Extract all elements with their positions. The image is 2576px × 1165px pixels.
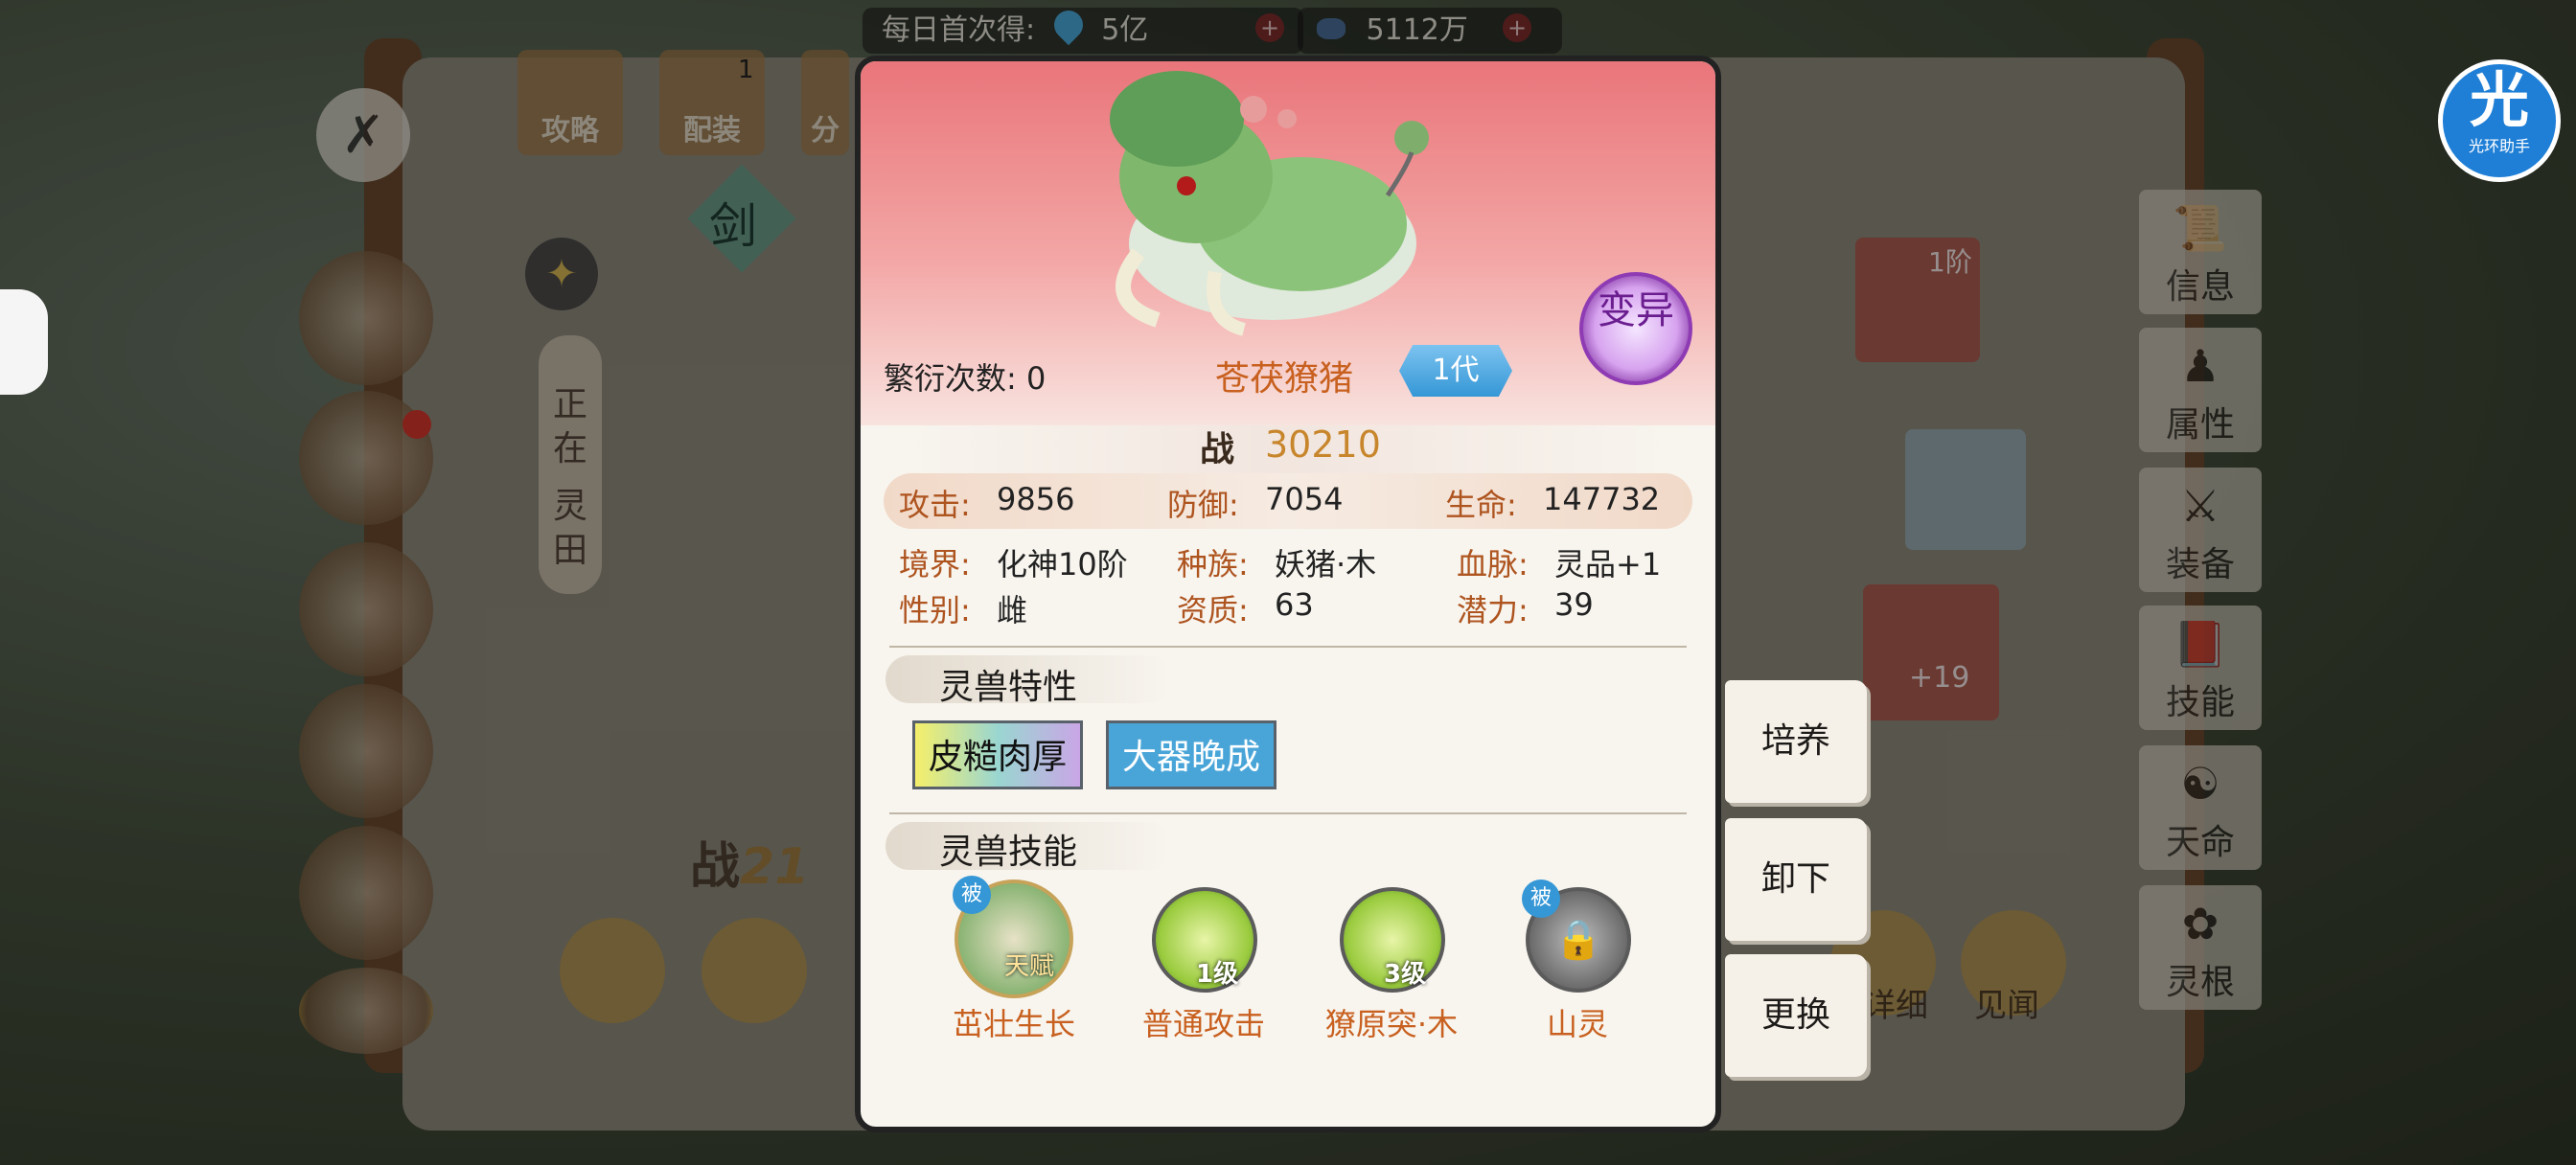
- aptitude-label: 资质:: [1177, 592, 1249, 628]
- skill-level: 1级: [1196, 960, 1239, 989]
- defense-label: 防御:: [1167, 487, 1239, 523]
- mutation-badge: 变异: [1579, 272, 1692, 385]
- race-label: 种族:: [1177, 546, 1249, 582]
- generation-badge: 1代: [1399, 345, 1512, 397]
- breed-count: 繁衍次数: 0: [884, 360, 1046, 397]
- defense-value: 7054: [1265, 481, 1344, 517]
- realm-label: 境界:: [899, 546, 971, 582]
- replace-button[interactable]: 更换: [1725, 954, 1867, 1077]
- talent-tag: 天赋: [1004, 952, 1055, 981]
- hp-value: 147732: [1543, 481, 1661, 517]
- beast-name: 苍茯獠猪: [1215, 359, 1354, 399]
- battle-power-value: 30210: [1265, 423, 1381, 466]
- divider: [889, 812, 1687, 814]
- skills-title: 灵兽技能: [939, 833, 1078, 872]
- passive-badge: 被: [1522, 879, 1560, 918]
- unequip-button[interactable]: 卸下: [1725, 818, 1867, 941]
- hp-label: 生命:: [1445, 487, 1517, 523]
- aptitude-value: 63: [1275, 586, 1314, 623]
- power-icon: 战: [1200, 430, 1235, 469]
- skill-level: 3级: [1384, 960, 1427, 989]
- passive-badge: 被: [953, 876, 991, 914]
- attack-value: 9856: [997, 481, 1075, 517]
- trait-tough-skin[interactable]: 皮糙肉厚: [912, 720, 1084, 789]
- realm-value: 化神10阶: [997, 546, 1128, 582]
- gender-value: 雌: [997, 592, 1028, 628]
- train-button[interactable]: 培养: [1725, 680, 1867, 803]
- attack-label: 攻击:: [899, 487, 971, 523]
- potential-value: 39: [1554, 586, 1594, 623]
- skill-name-basic-attack: 普通攻击: [1141, 1006, 1265, 1042]
- trait-late-bloomer[interactable]: 大器晚成: [1106, 720, 1277, 789]
- gender-label: 性别:: [899, 592, 971, 628]
- potential-label: 潜力:: [1457, 592, 1529, 628]
- helper-app-logo[interactable]: 光 光环助手: [2438, 59, 2561, 182]
- skill-name-charge: 獠原突·木: [1324, 1006, 1459, 1042]
- skill-name-mountain-spirit: 山灵: [1546, 1006, 1608, 1042]
- divider: [889, 646, 1687, 648]
- bloodline-value: 灵品+1: [1554, 546, 1662, 582]
- skill-name-sprout: 茁壮生长: [952, 1006, 1075, 1042]
- mascot-icon[interactable]: [0, 289, 48, 395]
- traits-title: 灵兽特性: [939, 668, 1078, 707]
- race-value: 妖猪·木: [1275, 546, 1377, 582]
- beast-detail-dialog: 变异 繁衍次数: 0 苍茯獠猪 1代 战 30210 攻击: 9856 防御: …: [855, 56, 1721, 1132]
- beast-illustration: [1110, 71, 1429, 336]
- bloodline-label: 血脉:: [1457, 546, 1529, 582]
